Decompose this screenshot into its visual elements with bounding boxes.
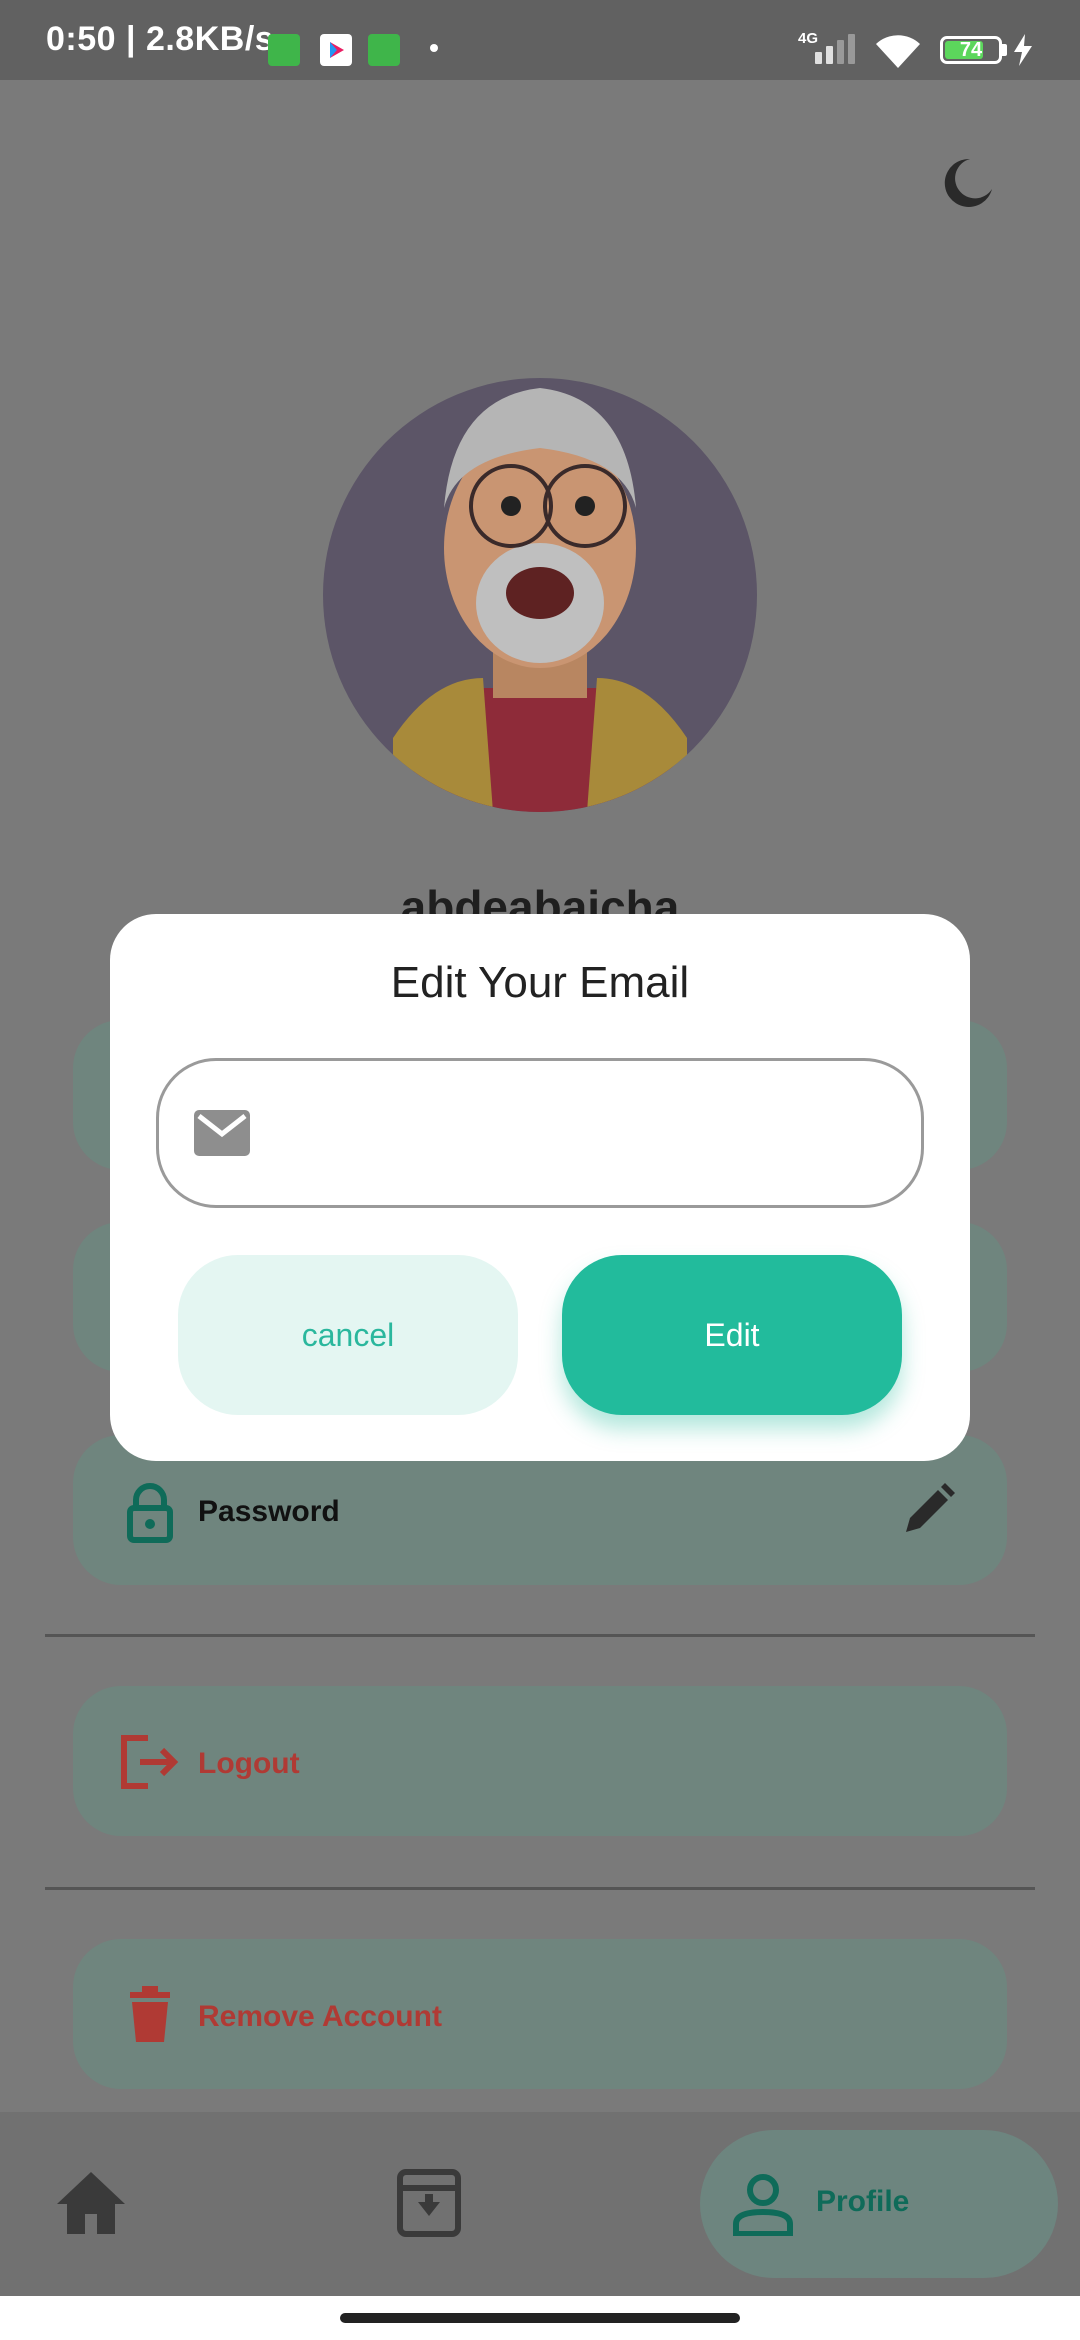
signal-bar — [826, 46, 833, 64]
battery-percentage: 74 — [959, 39, 983, 61]
remove-account-label: Remove Account — [198, 2000, 442, 2033]
wifi-icon — [872, 30, 924, 70]
edit-pencil-icon[interactable] — [898, 1480, 958, 1540]
battery-tip — [1002, 44, 1007, 56]
cancel-button[interactable]: cancel — [178, 1255, 518, 1415]
logout-icon — [118, 1730, 182, 1794]
logout-label: Logout — [198, 1747, 300, 1780]
network-type: 4G — [798, 30, 819, 47]
password-label: Password — [198, 1495, 340, 1528]
nav-profile-label: Profile — [816, 2185, 910, 2218]
android-notification-icon — [268, 34, 300, 66]
play-store-notification-icon — [320, 34, 352, 66]
more-notifications-dot — [430, 44, 438, 52]
home-indicator[interactable] — [340, 2313, 740, 2323]
email-field[interactable] — [156, 1058, 924, 1208]
trash-icon — [118, 1982, 182, 2046]
signal-bar — [815, 52, 822, 64]
lock-icon — [118, 1480, 182, 1544]
android-notification-icon-2 — [368, 34, 400, 66]
edit-button[interactable]: Edit — [562, 1255, 902, 1415]
profile-avatar[interactable] — [323, 378, 757, 812]
archive-icon[interactable] — [396, 2168, 462, 2238]
divider — [45, 1634, 1035, 1637]
charging-icon — [1012, 34, 1034, 66]
mail-icon — [194, 1110, 250, 1156]
signal-bar — [848, 34, 855, 64]
email-input[interactable] — [279, 1091, 883, 1179]
home-icon[interactable] — [55, 2170, 127, 2236]
signal-bar — [837, 40, 844, 64]
status-time: 0:50 | 2.8KB/s — [46, 20, 275, 58]
dialog-title: Edit Your Email — [390, 958, 690, 1007]
battery-icon: 74 — [940, 36, 1002, 64]
divider — [45, 1887, 1035, 1890]
profile-person-icon — [732, 2172, 794, 2237]
dark-mode-toggle-icon[interactable] — [940, 155, 996, 211]
